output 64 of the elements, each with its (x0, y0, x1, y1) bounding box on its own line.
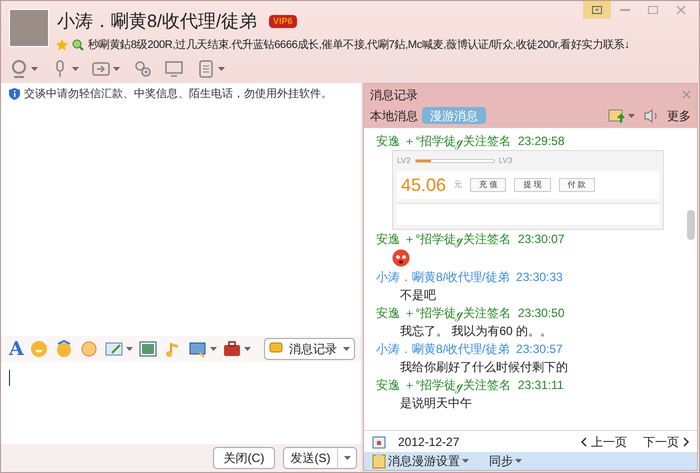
message-text: 我忘了。 我以为有60 的。。 (399, 323, 554, 340)
message-header: 安逸 ＋°招学徒ℊ关注签名 23:30:50 (376, 305, 566, 322)
face-icon[interactable] (78, 339, 99, 359)
sync-button[interactable]: 同步 (489, 452, 522, 470)
level-label: LV3 (498, 155, 512, 167)
more-link[interactable]: 更多 (667, 106, 691, 124)
skin-button[interactable] (583, 1, 611, 19)
caret-icon (462, 459, 469, 463)
message-text: 我给你刷好了什么时候付剩下的 (399, 359, 569, 376)
avatar-placeholder (9, 9, 49, 47)
next-page-button[interactable]: 下一页 (643, 432, 689, 450)
clipboard-icon (372, 453, 386, 469)
caret-icon (72, 67, 79, 71)
caret-icon (244, 347, 251, 351)
previous-page-button[interactable]: 上一页 (581, 432, 627, 450)
signature-text: 秒唰黄鉆8级200R,过几天结束.代升蓝钻6666成长,催单不接,代唰7鉆,Mc喊麦,薇博认证/听众,收徒200r,看好实力联系↓ (88, 38, 630, 53)
monitor-icon[interactable] (164, 59, 184, 79)
webcam-icon[interactable] (9, 59, 29, 79)
message-text: 是说明天中午 (399, 395, 473, 412)
info-shield-icon (9, 88, 20, 100)
level-label: LV2 (397, 155, 411, 167)
caret-icon (126, 347, 133, 351)
message-header: 安逸 ＋°招学徒ℊ关注签名 23:29:58 (376, 133, 566, 150)
caret-icon (628, 114, 635, 118)
roaming-settings-button[interactable]: 消息漫游设置 (372, 452, 469, 470)
image-icon[interactable] (138, 339, 158, 359)
message-header: 小涛．唰黄8/收代理/徒弟 23:30:33 (376, 269, 564, 286)
chevron-left-icon (581, 436, 587, 446)
caret-icon (113, 67, 120, 71)
close-chat-button[interactable]: 关闭(C) (213, 447, 275, 469)
maximize-icon (648, 6, 658, 14)
minimize-icon (620, 9, 630, 11)
font-icon[interactable]: A (9, 340, 24, 358)
calendar-icon[interactable] (372, 434, 386, 448)
search-icon (72, 39, 84, 52)
message-header: 小涛．唰黄8/收代理/徒弟 23:30:57 (376, 341, 564, 358)
close-icon[interactable] (682, 90, 691, 99)
balance-amount: 45.06 (401, 175, 446, 195)
caret-icon (210, 347, 217, 351)
message-header: 安逸 ＋°招学徒ℊ关注签名 23:30:07 (376, 231, 566, 248)
vip-badge: VIP6 (269, 14, 297, 28)
caret-icon (218, 67, 225, 71)
caret-icon (515, 459, 522, 463)
date-text: 2012-12-27 (398, 434, 460, 450)
panel-title: 消息记录 (370, 86, 418, 104)
caret-icon (344, 456, 350, 460)
notice-text: 交谈中请勿轻信汇款、中奖信息、陌生电话，勿使用外挂软件。 (24, 86, 332, 102)
message-history-button[interactable]: 消息记录 (264, 338, 355, 360)
caret-icon (343, 347, 350, 351)
caret-icon (31, 67, 38, 71)
message-header: 安逸 ＋°招学徒ℊ关注签名 23:31:11 (376, 377, 565, 394)
history-tab[interactable]: 本地消息 (370, 107, 418, 124)
message-text: 不是吧 (399, 287, 437, 304)
toolbox-icon[interactable] (222, 339, 242, 359)
angry-face-icon (392, 249, 410, 267)
speaker-icon[interactable] (643, 108, 659, 124)
star-icon (56, 39, 68, 52)
close-icon (676, 5, 686, 15)
chevron-right-icon (683, 436, 689, 446)
currency-unit: 元 (454, 179, 462, 191)
dropdown-icon (592, 6, 602, 14)
upload-icon[interactable] (608, 108, 626, 124)
smiley-icon[interactable] (28, 339, 49, 359)
contact-name: 小涛．唰黄8/收代理/徒弟 (57, 10, 258, 33)
